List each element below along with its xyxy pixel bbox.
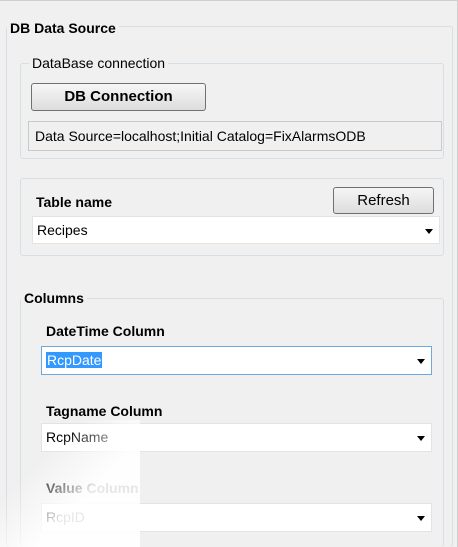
datetime-column-value: RcpDate [46, 352, 103, 368]
database-connection-title: DataBase connection [29, 55, 169, 71]
db-connection-button[interactable]: DB Connection [31, 83, 206, 111]
chevron-down-icon[interactable] [417, 436, 425, 441]
datetime-column-label: DateTime Column [46, 323, 165, 339]
chevron-down-icon[interactable] [425, 229, 433, 234]
table-name-label: Table name [36, 194, 112, 210]
refresh-button[interactable]: Refresh [333, 187, 434, 214]
connection-string-field[interactable]: Data Source=localhost;Initial Catalog=Fi… [28, 121, 442, 151]
datetime-column-dropdown[interactable]: RcpDate [41, 346, 432, 375]
value-column-dropdown[interactable]: RcpID [41, 503, 432, 532]
value-column-value: RcpID [46, 509, 85, 525]
value-column-label: Value Column [46, 480, 139, 496]
chevron-down-icon[interactable] [417, 516, 425, 521]
table-name-value: Recipes [37, 222, 88, 238]
tagname-column-label: Tagname Column [46, 403, 163, 419]
tagname-column-dropdown[interactable]: RcpName [41, 423, 432, 452]
top-border [0, 0, 458, 1]
db-data-source-title: DB Data Source [7, 20, 119, 36]
chevron-down-icon[interactable] [417, 359, 425, 364]
table-name-dropdown[interactable]: Recipes [32, 216, 440, 244]
tagname-column-value: RcpName [46, 429, 109, 445]
columns-title: Columns [21, 290, 87, 306]
